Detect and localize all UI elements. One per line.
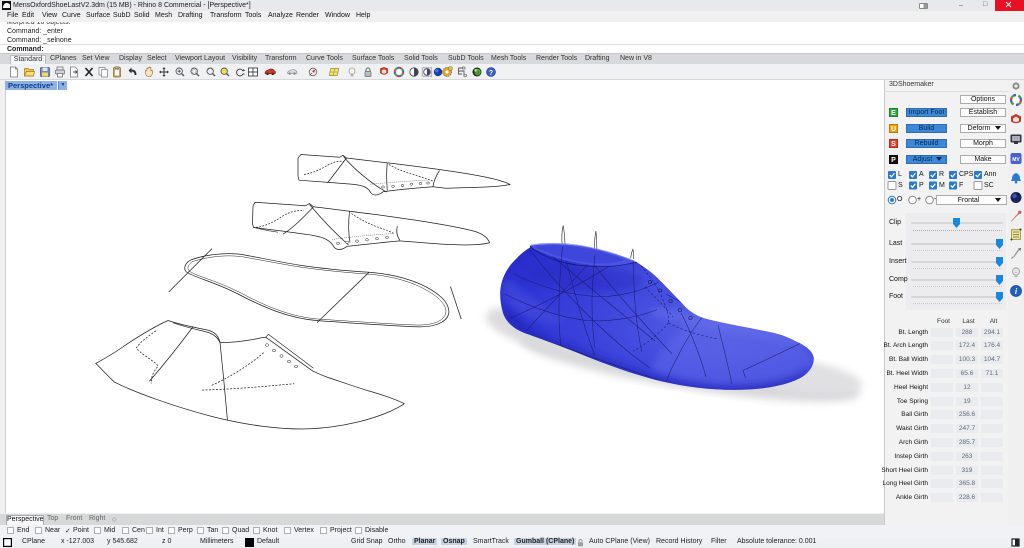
svg-text:MV: MV: [1012, 157, 1020, 163]
svg-text:?: ?: [489, 70, 493, 77]
